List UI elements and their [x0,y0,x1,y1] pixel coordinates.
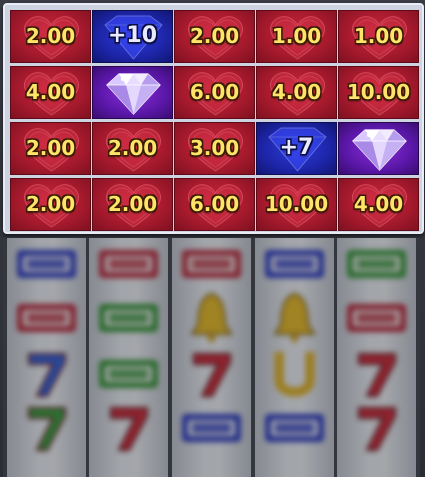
prize-value-text: 2.00 [107,136,158,160]
prize-value-text: 1.00 [271,24,322,48]
spinning-reels [3,238,420,477]
bar-red-icon [172,238,251,296]
prize-value-cell: 10.00 [338,66,419,119]
bar-blue-icon [255,400,334,460]
prize-value-text: 2.00 [25,136,76,160]
prize-value-cell: 2.00 [10,178,91,231]
prize-value-cell: 2.00 [92,122,173,175]
prize-value-cell: 10.00 [256,178,337,231]
bell-icon [172,290,251,350]
prize-value-text: 4.00 [271,80,322,104]
bar-green-icon [337,238,416,296]
prize-value-text: 6.00 [189,192,240,216]
bar-blue-icon [172,400,251,460]
seven-red-icon [337,346,416,406]
bell-icon [255,290,334,350]
seven-red-icon [337,400,416,460]
diamond-cell [92,66,173,119]
prize-value-cell: 2.00 [174,10,255,63]
prize-value-text: 2.00 [107,192,158,216]
bonus-grid-frame: 2.00 +10 2.00 1.00 1.00 4.00 6.00 4.00 10.00 2.00… [3,3,424,234]
prize-value-cell: 4.00 [338,178,419,231]
reel-column [337,238,416,477]
add-spins-cell: +7 [256,122,337,175]
prize-value-text: 10.00 [264,192,329,216]
prize-value-text: 2.00 [25,24,76,48]
prize-value-text: 4.00 [353,192,404,216]
prize-value-cell: 1.00 [338,10,419,63]
bar-red-icon [337,290,416,350]
prize-value-text: 2.00 [25,192,76,216]
bar-red-icon [89,238,168,296]
prize-value-cell: 2.00 [92,178,173,231]
prize-value-cell: 4.00 [10,66,91,119]
diamond-icon [106,73,161,115]
prize-value-text: 6.00 [189,80,240,104]
reel-column [7,238,86,477]
reel-column [255,238,334,477]
prize-value-text: 4.00 [25,80,76,104]
horseshoe-icon [255,346,334,406]
reel-column [172,238,251,477]
bar-blue-icon [7,238,86,296]
prize-value-cell: 6.00 [174,66,255,119]
prize-value-text: 3.00 [189,136,240,160]
prize-value-text: 10.00 [346,80,411,104]
bar-green-icon [89,346,168,406]
prize-value-cell: 1.00 [256,10,337,63]
bar-blue-icon [255,238,334,296]
add-spins-cell: +10 [92,10,173,63]
diamond-cell [338,122,419,175]
prize-value-cell: 3.00 [174,122,255,175]
seven-blue-icon [7,346,86,406]
prize-value-cell: 2.00 [10,122,91,175]
diamond-icon [352,129,407,171]
prize-value-cell: 6.00 [174,178,255,231]
bar-green-icon [89,290,168,350]
seven-red-icon [172,346,251,406]
add-spins-text: +10 [107,23,158,48]
prize-value-text: 2.00 [189,24,240,48]
bonus-grid: 2.00 +10 2.00 1.00 1.00 4.00 6.00 4.00 10.00 2.00… [10,10,419,231]
reel-column [89,238,168,477]
slot-game-screen: 2.00 +10 2.00 1.00 1.00 4.00 6.00 4.00 10.00 2.00… [0,0,425,477]
prize-value-cell: 4.00 [256,66,337,119]
bar-red-icon [7,290,86,350]
seven-green-icon [7,400,86,460]
add-spins-text: +7 [279,135,314,160]
prize-value-text: 1.00 [353,24,404,48]
seven-red-icon [89,400,168,460]
prize-value-cell: 2.00 [10,10,91,63]
